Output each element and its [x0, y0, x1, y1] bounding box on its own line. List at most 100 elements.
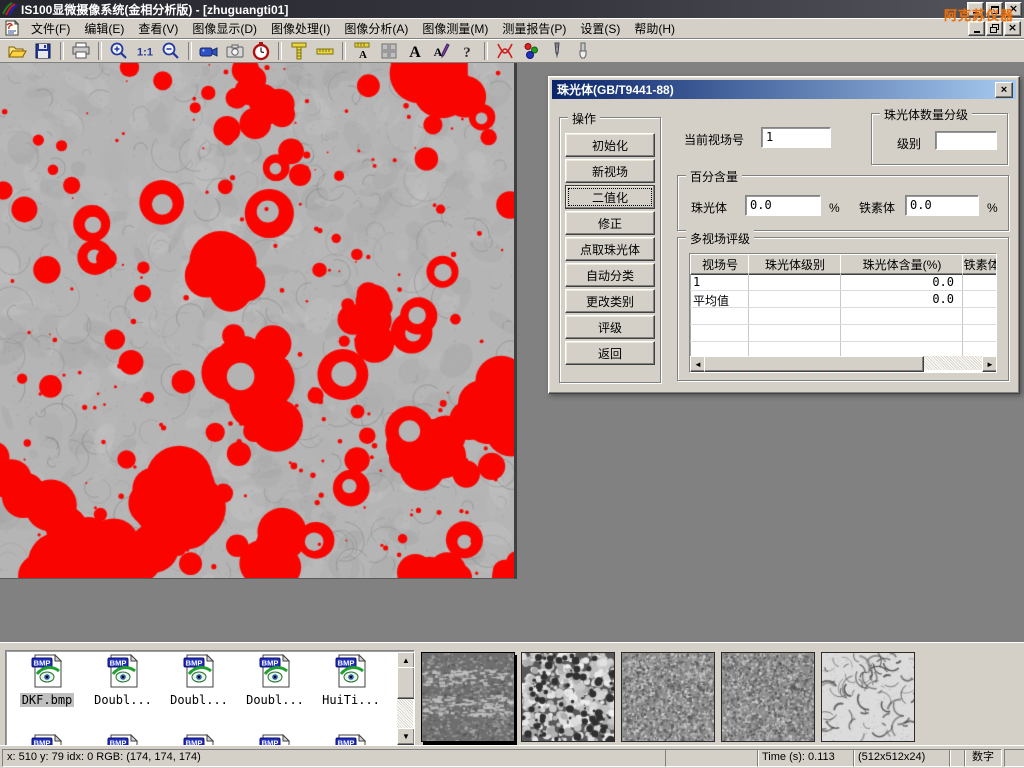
menu-item-6[interactable]: 图像测量(M)	[415, 20, 495, 38]
file-item-1[interactable]: BMPDoubl...	[86, 654, 160, 707]
video-camera-icon[interactable]	[196, 40, 222, 61]
current-field-input[interactable]: 1	[761, 127, 831, 148]
thumbnail-5[interactable]	[821, 652, 915, 742]
table-header-1[interactable]: 珠光体级别	[748, 254, 842, 275]
toolbar-separator	[60, 42, 64, 60]
op-button-1[interactable]: 新视场	[565, 159, 655, 183]
op-button-3[interactable]: 修正	[565, 211, 655, 235]
op-button-7[interactable]: 评级	[565, 315, 655, 339]
table-row-0-field[interactable]: 1	[693, 275, 747, 289]
pen-icon[interactable]	[544, 40, 570, 61]
op-button-2[interactable]: 二值化	[565, 185, 655, 209]
file-item-3[interactable]: BMPDoubl...	[238, 654, 312, 707]
child-close-icon: ×	[1008, 23, 1017, 33]
file-list-scrollbar[interactable]: ▲▼	[397, 652, 413, 745]
document-icon[interactable]	[4, 20, 20, 36]
table-row-1-field[interactable]: 平均值	[693, 292, 747, 309]
print-icon[interactable]	[68, 40, 94, 61]
dialog-title-bar[interactable]: 珠光体(GB/T9441-88) ×	[552, 80, 1016, 99]
dialog-title: 珠光体(GB/T9441-88)	[557, 81, 674, 98]
metallographic-image-canvas[interactable]	[0, 63, 517, 579]
ferrite-percent-sign: %	[987, 201, 998, 215]
thumbnail-3[interactable]	[621, 652, 715, 742]
table-header-2[interactable]: 珠光体含量(%)	[840, 254, 964, 275]
menu-item-9[interactable]: 帮助(H)	[627, 20, 682, 38]
bmp-file-icon: BMP	[162, 654, 236, 691]
toolbar-separator	[98, 42, 102, 60]
annotate-icon[interactable]: A	[428, 40, 454, 61]
particles-icon[interactable]	[518, 40, 544, 61]
scroll-down-button[interactable]: ▼	[397, 728, 415, 745]
save-icon[interactable]	[30, 40, 56, 61]
ferrite-input[interactable]: 0.0	[905, 195, 979, 216]
op-button-8[interactable]: 返回	[565, 341, 655, 365]
dialog-close-button[interactable]: ×	[995, 82, 1013, 98]
pearlite-input[interactable]: 0.0	[745, 195, 821, 216]
file-item-0[interactable]: BMPDKF.bmp	[10, 654, 84, 707]
scroll-thumb[interactable]	[397, 667, 415, 699]
mode-status: 数字	[964, 749, 1002, 767]
toolbar: 1:1AAA?	[0, 39, 1024, 63]
child-restore-icon	[990, 24, 999, 33]
multifield-group-label: 多视场评级	[686, 230, 754, 247]
menu-item-1[interactable]: 编辑(E)	[77, 20, 131, 38]
menu-item-3[interactable]: 图像显示(D)	[185, 20, 264, 38]
toolbar-separator	[342, 42, 346, 60]
vendor-watermark: 阿克苏仪器	[944, 5, 1014, 24]
status-bar: x: 510 y: 79 idx: 0 RGB: (174, 174, 174)…	[0, 745, 1024, 768]
ruler-icon[interactable]	[312, 40, 338, 61]
timer-icon[interactable]	[248, 40, 274, 61]
toolbar-separator	[484, 42, 488, 60]
svg-text:A: A	[434, 45, 443, 59]
op-button-5[interactable]: 自动分类	[565, 263, 655, 287]
thumbnail-1[interactable]	[421, 652, 515, 742]
rating-table[interactable]: 视场号珠光体级别珠光体含量(%)铁素体含量(%)10.0平均值0.0◄►	[689, 253, 997, 373]
operations-group-label: 操作	[568, 110, 600, 127]
op-button-6[interactable]: 更改类别	[565, 289, 655, 313]
thumbnail-4[interactable]	[721, 652, 815, 742]
pearlite-label: 珠光体	[691, 199, 727, 216]
op-button-4[interactable]: 点取珠光体	[565, 237, 655, 261]
thumbnail-2[interactable]	[521, 652, 615, 742]
ferrite-label: 铁素体	[859, 199, 895, 216]
file-item-2[interactable]: BMP Doubl...	[162, 654, 236, 707]
file-name: Doubl...	[168, 693, 230, 707]
table-scroll-right-button[interactable]: ►	[982, 356, 997, 372]
camera-icon[interactable]	[222, 40, 248, 61]
table-row-0-pearlite[interactable]: 0.0	[840, 275, 954, 289]
help-icon[interactable]: ?	[454, 40, 480, 61]
text-icon[interactable]: A	[402, 40, 428, 61]
open-icon[interactable]	[4, 40, 30, 61]
window-title: IS100显微摄像系统(金相分析版) - [zhuguangti01]	[21, 1, 288, 18]
table-gridline-v	[962, 273, 963, 358]
table-header-0[interactable]: 视场号	[690, 254, 750, 275]
svg-text:?: ?	[463, 45, 471, 61]
file-item-4[interactable]: BMPHuiTi...	[314, 654, 388, 707]
zoom-in-icon[interactable]	[106, 40, 132, 61]
menu-item-0[interactable]: 文件(F)	[24, 20, 77, 38]
menu-item-4[interactable]: 图像处理(I)	[264, 20, 337, 38]
status-empty-1	[665, 749, 759, 767]
menu-item-7[interactable]: 测量报告(P)	[495, 20, 573, 38]
pattern-icon[interactable]	[376, 40, 402, 61]
op-button-0[interactable]: 初始化	[565, 133, 655, 157]
one-to-one-icon[interactable]: 1:1	[132, 40, 158, 61]
table-header-3[interactable]: 铁素体含量(%)	[962, 254, 997, 275]
menu-item-2[interactable]: 查看(V)	[131, 20, 185, 38]
menu-item-8[interactable]: 设置(S)	[573, 20, 627, 38]
application-window: IS100显微摄像系统(金相分析版) - [zhuguangti01] × 阿克…	[0, 0, 1024, 768]
menu-item-5[interactable]: 图像分析(A)	[337, 20, 415, 38]
measure-text-icon[interactable]: A	[350, 40, 376, 61]
table-scroll-thumb[interactable]	[704, 356, 924, 372]
app-logo-icon	[2, 2, 18, 16]
grade-input[interactable]	[935, 131, 997, 150]
table-row-1-pearlite[interactable]: 0.0	[840, 292, 954, 306]
file-list[interactable]: BMPDKF.bmpBMPDoubl...BMPDoubl...BMPDoubl…	[5, 650, 415, 747]
caliper-icon[interactable]	[286, 40, 312, 61]
curve-icon[interactable]	[492, 40, 518, 61]
file-name: Doubl...	[92, 693, 154, 707]
brush-icon[interactable]	[570, 40, 596, 61]
grade-group-label: 珠光体数量分级	[880, 106, 972, 123]
zoom-out-icon[interactable]	[158, 40, 184, 61]
svg-text:A: A	[409, 44, 421, 61]
